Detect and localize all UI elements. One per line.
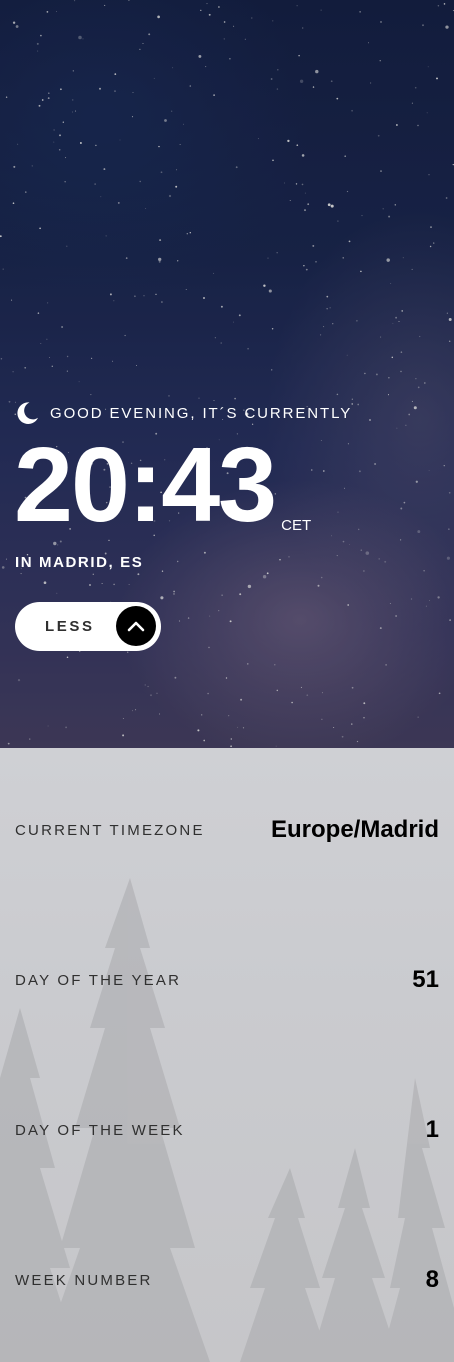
clock: 20:43 CET — [14, 432, 311, 538]
details-panel: CURRENT TIMEZONE Europe/Madrid DAY OF TH… — [0, 748, 454, 1362]
chevron-up-icon — [116, 606, 156, 646]
timezone-abbreviation: CET — [281, 517, 312, 534]
detail-value: 1 — [425, 1116, 439, 1143]
location: IN MADRID, ES — [15, 554, 144, 571]
detail-value: 51 — [412, 966, 439, 993]
detail-row-day-of-week: DAY OF THE WEEK 1 — [15, 1116, 439, 1144]
toggle-label: LESS — [45, 618, 95, 635]
detail-label: WEEK NUMBER — [15, 1271, 153, 1289]
detail-label: CURRENT TIMEZONE — [15, 821, 205, 839]
current-time: 20:43 — [14, 426, 277, 544]
detail-value: Europe/Madrid — [270, 816, 439, 843]
greeting-text: GOOD EVENING, IT´S CURRENTLY — [50, 404, 353, 422]
detail-label: DAY OF THE WEEK — [15, 1121, 185, 1139]
moon-icon — [17, 402, 38, 425]
greeting: GOOD EVENING, IT´S CURRENTLY — [15, 400, 352, 426]
hero-section: GOOD EVENING, IT´S CURRENTLY 20:43 CET I… — [0, 0, 454, 748]
detail-value: 8 — [425, 1266, 439, 1293]
detail-row-day-of-year: DAY OF THE YEAR 51 — [15, 966, 439, 994]
detail-label: DAY OF THE YEAR — [15, 971, 182, 989]
detail-row-week-number: WEEK NUMBER 8 — [15, 1266, 439, 1294]
less-toggle-button[interactable]: LESS — [15, 602, 161, 651]
detail-row-timezone: CURRENT TIMEZONE Europe/Madrid — [15, 816, 439, 844]
